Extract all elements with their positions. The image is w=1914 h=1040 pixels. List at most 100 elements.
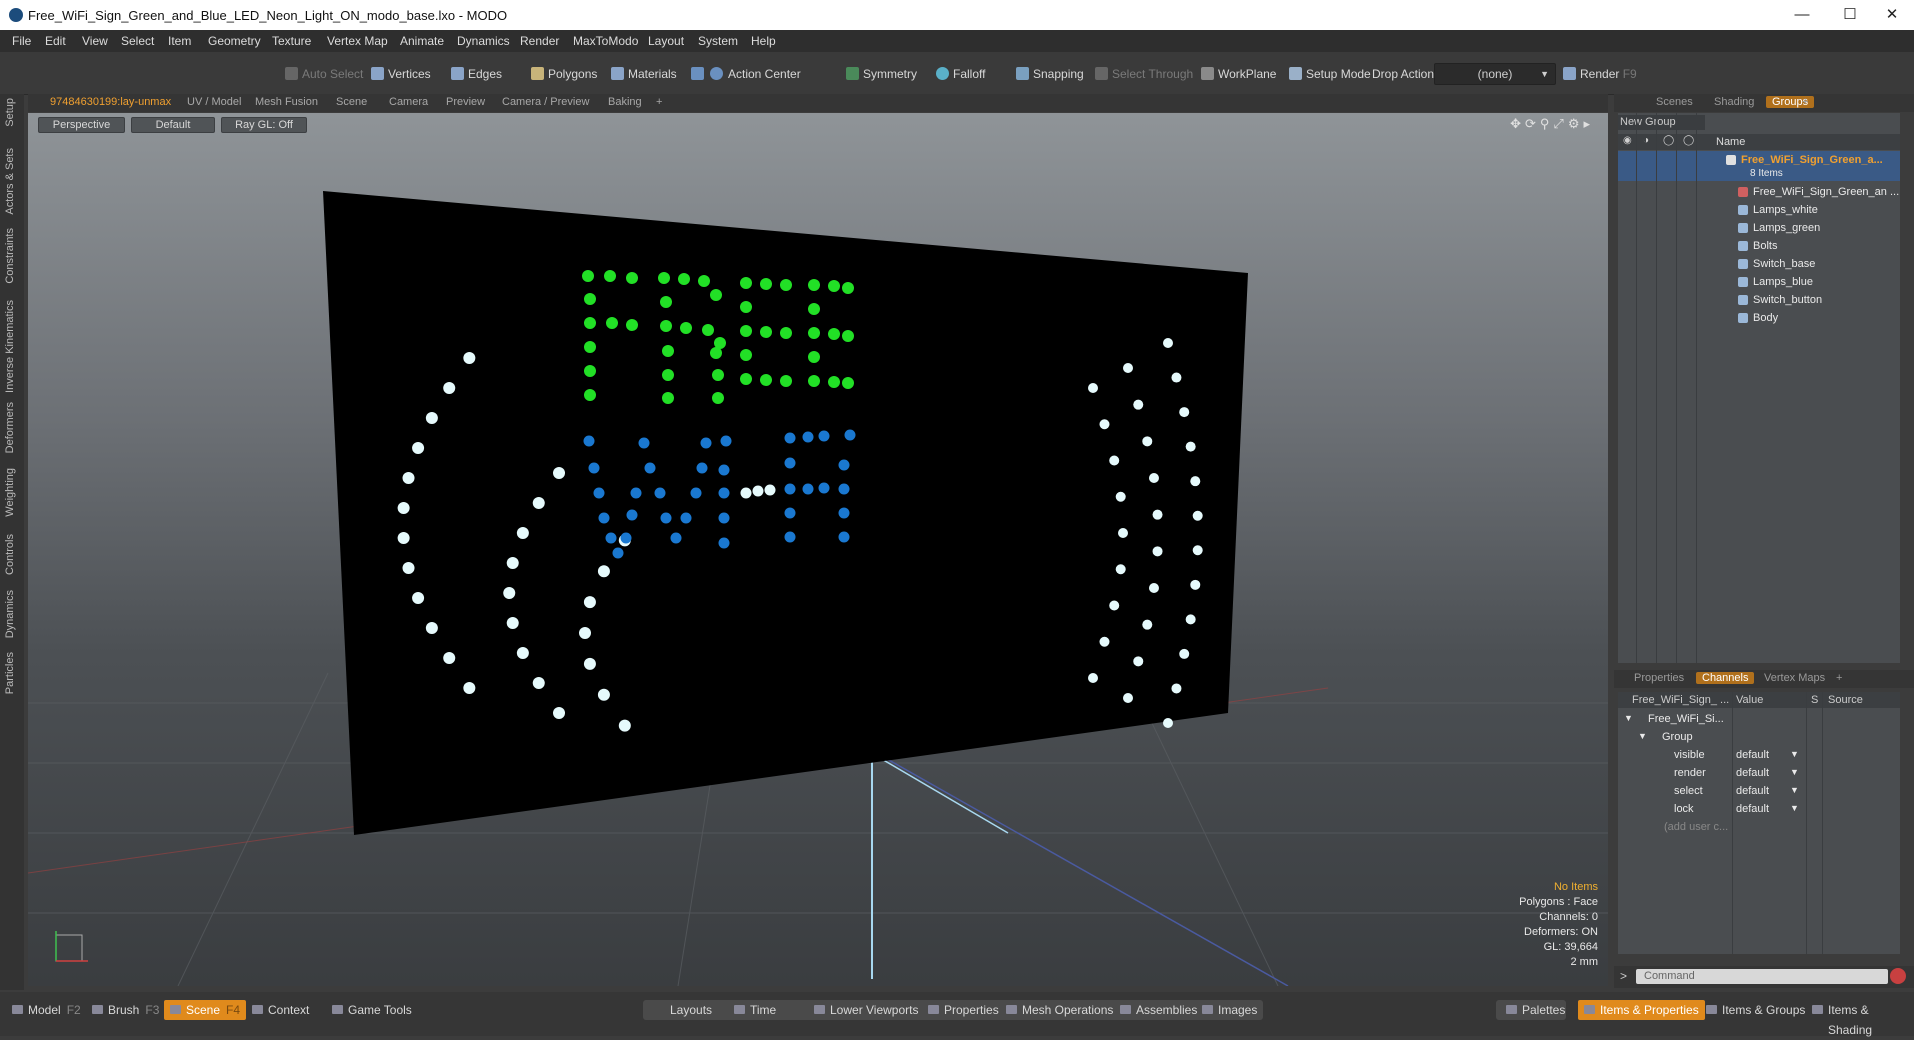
menu-animate[interactable]: Animate bbox=[400, 34, 444, 48]
brush-layout-button[interactable]: Brush F3 bbox=[86, 1000, 159, 1020]
lock-icon[interactable]: ◯ bbox=[1663, 135, 1674, 146]
tab-properties[interactable]: Properties bbox=[1634, 672, 1684, 684]
items-groups-button[interactable]: Items & Groups bbox=[1700, 1000, 1805, 1020]
scene-layout-button[interactable]: Scene F4 bbox=[164, 1000, 247, 1020]
menu-system[interactable]: System bbox=[698, 34, 738, 48]
tab-scene[interactable]: Scene bbox=[336, 96, 367, 108]
channel-row[interactable]: visible default ▼ bbox=[1618, 746, 1900, 764]
workplane-button[interactable]: WorkPlane bbox=[1200, 64, 1276, 84]
tab-particles[interactable]: Particles bbox=[4, 652, 16, 694]
group-item-row[interactable]: Switch_base bbox=[1618, 255, 1900, 273]
drop-action-select[interactable]: (none) ▼ bbox=[1434, 63, 1556, 85]
context-layout-button[interactable]: Context bbox=[246, 1000, 309, 1020]
channel-row[interactable]: select default ▼ bbox=[1618, 782, 1900, 800]
palettes-button[interactable]: Palettes bbox=[1500, 1000, 1565, 1020]
minimize-icon[interactable]: — bbox=[1782, 4, 1822, 26]
add-panel-tab-button[interactable]: + bbox=[1802, 96, 1808, 108]
group-item-row[interactable]: Bolts bbox=[1618, 237, 1900, 255]
edges-button[interactable]: Edges bbox=[450, 64, 502, 84]
tab-camera-preview[interactable]: Camera / Preview bbox=[502, 96, 589, 108]
items-properties-button[interactable]: Items & Properties bbox=[1578, 1000, 1705, 1020]
tab-constraints[interactable]: Constraints bbox=[4, 228, 16, 284]
lower-viewports-button[interactable]: Lower Viewports bbox=[808, 1000, 919, 1020]
menu-vertex-map[interactable]: Vertex Map bbox=[327, 34, 388, 48]
menu-view[interactable]: View bbox=[82, 34, 108, 48]
mesh-operations-button[interactable]: Mesh Operations bbox=[1000, 1000, 1113, 1020]
layouts-button[interactable]: Layouts bbox=[648, 1000, 712, 1020]
menu-select[interactable]: Select bbox=[121, 34, 154, 48]
menu-layout[interactable]: Layout bbox=[648, 34, 684, 48]
add-tab-button[interactable]: + bbox=[656, 96, 662, 108]
shading-mode-button[interactable]: Default bbox=[131, 117, 215, 133]
menu-dynamics[interactable]: Dynamics bbox=[457, 34, 510, 48]
menu-texture[interactable]: Texture bbox=[272, 34, 311, 48]
action-center-button[interactable]: Action Center bbox=[690, 64, 801, 84]
images-button[interactable]: Images bbox=[1196, 1000, 1257, 1020]
tab-baking[interactable]: Baking bbox=[608, 96, 642, 108]
viewport-nav-icons[interactable]: ✥⟳⚲⤢⚙▸ bbox=[1510, 116, 1594, 132]
menu-render[interactable]: Render bbox=[520, 34, 559, 48]
tab-uv-model[interactable]: UV / Model bbox=[187, 96, 241, 108]
vertices-button[interactable]: Vertices bbox=[370, 64, 431, 84]
tab-weighting[interactable]: Weighting bbox=[4, 468, 16, 517]
3d-viewport[interactable]: Perspective Default Ray GL: Off ✥⟳⚲⤢⚙▸ N… bbox=[28, 113, 1608, 986]
raygl-button[interactable]: Ray GL: Off bbox=[221, 117, 307, 133]
group-item-row[interactable]: Lamps_blue bbox=[1618, 273, 1900, 291]
falloff-button[interactable]: Falloff bbox=[935, 64, 985, 84]
tab-preview[interactable]: Preview bbox=[446, 96, 485, 108]
menu-maxtomodo[interactable]: MaxToModo bbox=[573, 34, 638, 48]
tab-channels[interactable]: Channels bbox=[1696, 672, 1755, 684]
group-item-row[interactable]: Lamps_white bbox=[1618, 201, 1900, 219]
render-button[interactable]: Render F9 bbox=[1562, 64, 1637, 84]
tab-camera[interactable]: Camera bbox=[389, 96, 428, 108]
new-group-button[interactable]: New Group bbox=[1618, 115, 1705, 130]
select-through-button[interactable]: Select Through bbox=[1094, 64, 1193, 84]
game-tools-button[interactable]: Game Tools bbox=[326, 1000, 412, 1020]
record-icon[interactable] bbox=[1890, 968, 1906, 984]
tab-actors-sets[interactable]: Actors & Sets bbox=[4, 148, 16, 215]
group-item-row[interactable]: Free_WiFi_Sign_Green_an ... bbox=[1618, 183, 1900, 201]
model-layout-button[interactable]: Model F2 bbox=[6, 1000, 81, 1020]
materials-button[interactable]: Materials bbox=[610, 64, 677, 84]
menu-item[interactable]: Item bbox=[168, 34, 191, 48]
view-mode-button[interactable]: Perspective bbox=[38, 117, 125, 133]
chevron-down-icon[interactable]: ▼ bbox=[1790, 749, 1799, 759]
chevron-down-icon[interactable]: ▼ bbox=[1790, 803, 1799, 813]
channel-row[interactable]: lock default ▼ bbox=[1618, 800, 1900, 818]
tab-layout-unmax[interactable]: 97484630199:lay-unmax bbox=[50, 96, 171, 108]
tab-deformers[interactable]: Deformers bbox=[4, 402, 16, 453]
group-root-row[interactable]: Free_WiFi_Sign_Green_a... 8 Items bbox=[1618, 151, 1900, 181]
close-icon[interactable]: ✕ bbox=[1872, 4, 1912, 26]
time-button[interactable]: Time bbox=[728, 1000, 776, 1020]
tab-vertex-maps[interactable]: Vertex Maps bbox=[1764, 672, 1825, 684]
tab-dynamics[interactable]: Dynamics bbox=[4, 590, 16, 638]
items-shading-button[interactable]: Items & Shading bbox=[1806, 1000, 1914, 1037]
select-toggle-icon[interactable]: ◯ bbox=[1683, 135, 1694, 146]
add-user-channel-row[interactable]: (add user c... bbox=[1618, 818, 1900, 836]
channel-root-row[interactable]: ▼ Free_WiFi_Si... bbox=[1618, 710, 1900, 728]
tab-shading[interactable]: Shading bbox=[1714, 96, 1754, 108]
polygons-button[interactable]: Polygons bbox=[530, 64, 597, 84]
channel-row[interactable]: render default ▼ bbox=[1618, 764, 1900, 782]
symmetry-button[interactable]: Symmetry bbox=[845, 64, 917, 84]
tab-controls[interactable]: Controls bbox=[4, 534, 16, 575]
menu-geometry[interactable]: Geometry bbox=[208, 34, 261, 48]
auto-select-button[interactable]: Auto Select bbox=[284, 64, 363, 84]
tab-scenes[interactable]: Scenes bbox=[1656, 96, 1693, 108]
menu-help[interactable]: Help bbox=[751, 34, 776, 48]
properties-button[interactable]: Properties bbox=[922, 1000, 999, 1020]
chevron-down-icon[interactable]: ▼ bbox=[1790, 785, 1799, 795]
channel-group-row[interactable]: ▼ Group bbox=[1618, 728, 1900, 746]
chevron-down-icon[interactable]: ▼ bbox=[1790, 767, 1799, 777]
tab-setup[interactable]: Setup bbox=[4, 98, 16, 127]
group-item-row[interactable]: Lamps_green bbox=[1618, 219, 1900, 237]
tab-inverse-kinematics[interactable]: Inverse Kinematics bbox=[4, 300, 16, 393]
group-item-row[interactable]: Body bbox=[1618, 309, 1900, 327]
tab-mesh-fusion[interactable]: Mesh Fusion bbox=[255, 96, 318, 108]
assemblies-button[interactable]: Assemblies bbox=[1114, 1000, 1197, 1020]
command-input[interactable]: Command bbox=[1636, 969, 1888, 984]
eye-icon[interactable]: ◉ bbox=[1623, 135, 1632, 146]
menu-file[interactable]: File bbox=[12, 34, 31, 48]
add-panel-tab-button[interactable]: + bbox=[1836, 672, 1842, 684]
maximize-icon[interactable]: ☐ bbox=[1830, 4, 1870, 26]
